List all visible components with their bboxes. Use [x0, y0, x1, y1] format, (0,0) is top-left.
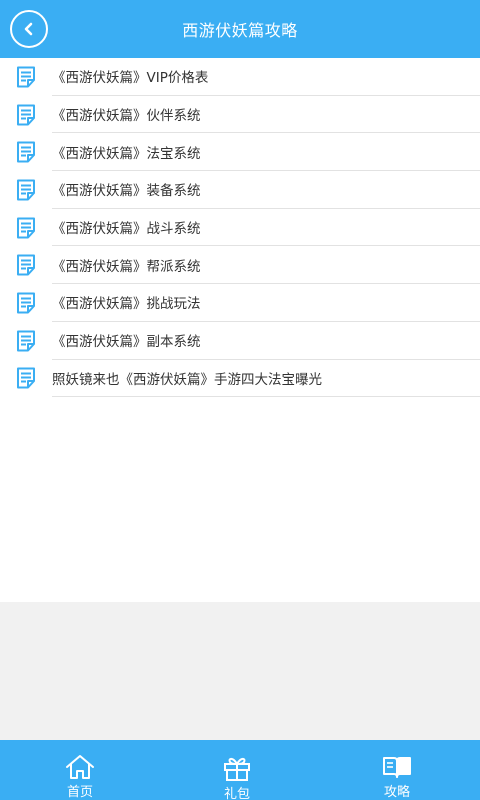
home-icon: [65, 754, 95, 780]
back-arrow-icon: [24, 22, 33, 36]
list-item[interactable]: 《西游伏妖篇》副本系统: [0, 322, 480, 360]
document-icon: [0, 322, 52, 360]
book-icon: [382, 754, 412, 780]
article-title: 《西游伏妖篇》VIP价格表: [52, 58, 480, 96]
nav-label-home: 首页: [66, 785, 93, 800]
nav-item-home[interactable]: 首页: [40, 740, 120, 800]
bottom-nav: 首页 礼包 攻略: [0, 740, 480, 800]
nav-label-guide: 攻略: [383, 785, 410, 800]
article-title: 《西游伏妖篇》法宝系统: [52, 133, 480, 172]
document-icon: [0, 171, 52, 209]
list-item[interactable]: 《西游伏妖篇》帮派系统: [0, 246, 480, 285]
document-icon: [0, 209, 52, 247]
document-icon: [0, 58, 52, 96]
document-icon: [0, 284, 52, 322]
gift-icon: [222, 754, 252, 782]
article-title: 《西游伏妖篇》副本系统: [52, 322, 480, 360]
list-item[interactable]: 《西游伏妖篇》挑战玩法: [0, 284, 480, 322]
document-icon: [0, 96, 52, 134]
back-button[interactable]: [10, 10, 48, 48]
article-title: 《西游伏妖篇》战斗系统: [52, 209, 480, 247]
list-item[interactable]: 《西游伏妖篇》战斗系统: [0, 209, 480, 247]
article-title: 《西游伏妖篇》装备系统: [52, 171, 480, 209]
page-title: 西游伏妖篇攻略: [182, 21, 298, 40]
list-item[interactable]: 《西游伏妖篇》装备系统: [0, 171, 480, 209]
list-item[interactable]: 照妖镜来也《西游伏妖篇》手游四大法宝曝光: [0, 360, 480, 398]
list-item[interactable]: 《西游伏妖篇》法宝系统: [0, 133, 480, 172]
article-title: 《西游伏妖篇》帮派系统: [52, 246, 480, 285]
nav-item-gift[interactable]: 礼包: [197, 740, 277, 800]
nav-item-guide[interactable]: 攻略: [357, 740, 437, 800]
article-list-container: 《西游伏妖篇》VIP价格表 《西游伏妖篇》伙伴系统 《西游伏妖篇》法宝系统 《西…: [0, 58, 480, 602]
document-icon: [0, 133, 52, 171]
article-title: 照妖镜来也《西游伏妖篇》手游四大法宝曝光: [52, 360, 480, 398]
nav-label-gift: 礼包: [223, 787, 250, 800]
app-screen: 西游伏妖篇攻略 《西游伏妖篇》VIP价格表 《西游伏妖篇》伙伴系统 《西游伏妖篇…: [0, 0, 480, 800]
list-item[interactable]: 《西游伏妖篇》伙伴系统: [0, 96, 480, 134]
article-title: 《西游伏妖篇》挑战玩法: [52, 284, 480, 322]
header-bar: 西游伏妖篇攻略: [0, 0, 480, 58]
document-icon: [0, 360, 52, 398]
article-list: 《西游伏妖篇》VIP价格表 《西游伏妖篇》伙伴系统 《西游伏妖篇》法宝系统 《西…: [0, 58, 480, 398]
article-title: 《西游伏妖篇》伙伴系统: [52, 96, 480, 134]
document-icon: [0, 246, 52, 284]
list-item[interactable]: 《西游伏妖篇》VIP价格表: [0, 58, 480, 96]
